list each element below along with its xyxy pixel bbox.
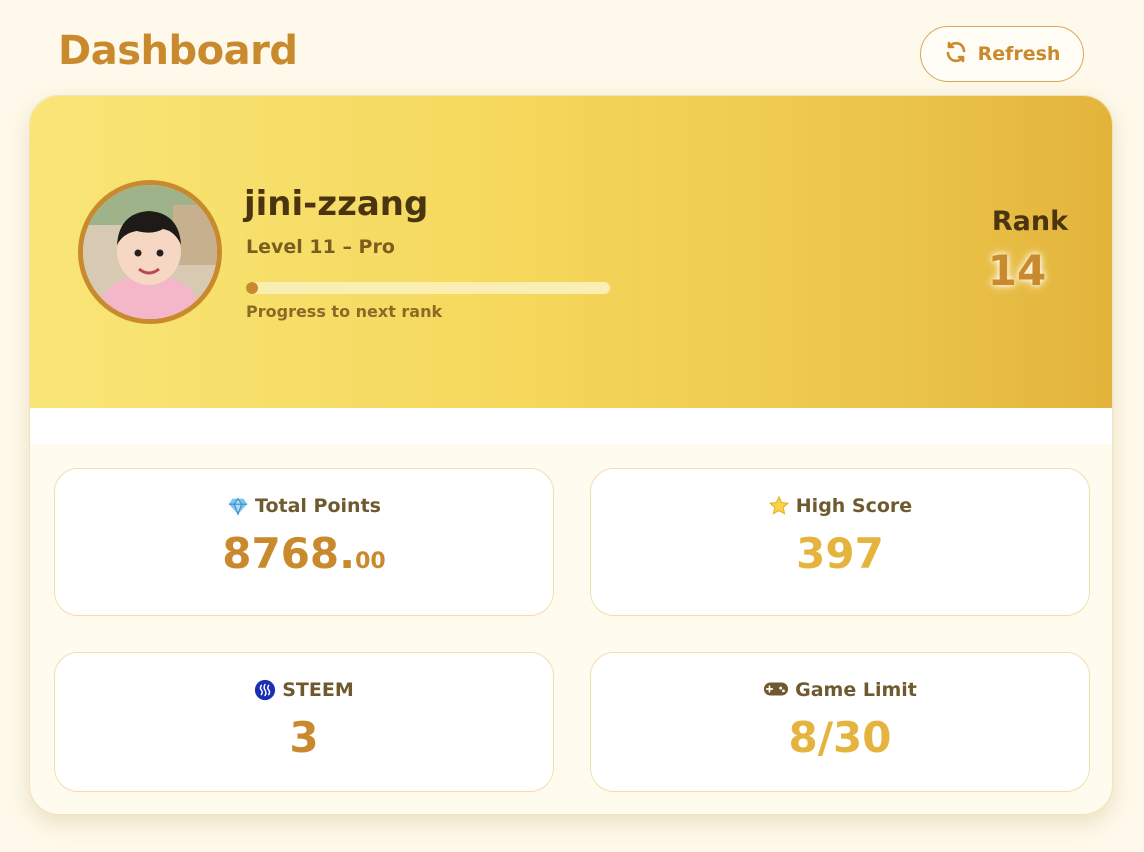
rank-progress-fill [246,282,258,294]
rank-value: 14 [987,246,1047,295]
gamepad-icon [763,679,789,701]
game-limit-label: Game Limit [795,679,917,701]
steem-logo-icon [254,679,276,701]
high-score-value: 397 [796,529,884,578]
page-title: Dashboard [58,28,298,74]
steem-label: STEEM [282,679,354,701]
total-points-label: Total Points [255,495,381,517]
game-limit-value: 8/30 [788,713,892,762]
progress-label: Progress to next rank [246,302,443,321]
high-score-card: High Score 397 [590,468,1090,616]
rank-progress-bar [246,282,610,294]
total-points-value: 8768. [222,529,356,578]
refresh-icon [944,40,968,69]
dashboard-card: jini-zzang Level 11 – Pro Progress to ne… [29,95,1113,815]
high-score-label: High Score [795,495,913,517]
banner-divider [30,408,1112,444]
game-limit-card: Game Limit 8/30 [590,652,1090,792]
gem-icon [227,495,249,517]
username: jini-zzang [244,184,429,224]
rank-label: Rank [991,206,1069,237]
star-icon [768,495,790,517]
total-points-decimal: 00 [355,549,386,574]
total-points-card: Total Points 8768.00 [54,468,554,616]
level-text: Level 11 – Pro [246,236,395,258]
avatar [78,180,222,324]
refresh-label: Refresh [977,43,1061,65]
refresh-button[interactable]: Refresh [920,26,1084,82]
steem-card: STEEM 3 [54,652,554,792]
steem-value: 3 [289,713,319,762]
